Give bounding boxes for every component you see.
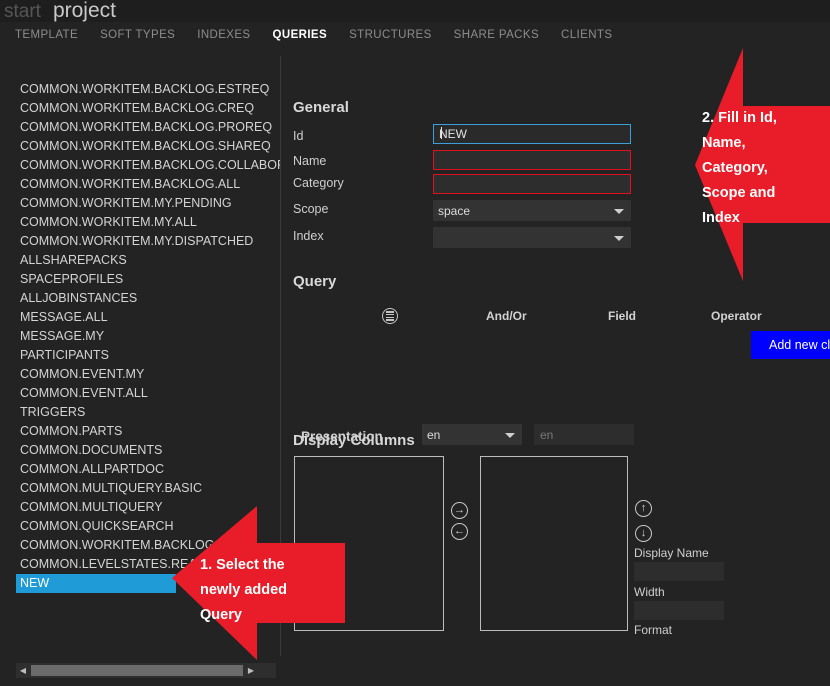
list-item[interactable]: MESSAGE.ALL [0, 308, 280, 327]
list-item[interactable]: COMMON.WORKITEM.MY.ALL [0, 213, 280, 232]
presentation-language-dropdown[interactable]: en [422, 424, 522, 445]
presentation-name-input[interactable] [534, 424, 634, 445]
text-cursor [441, 127, 442, 139]
list-item[interactable]: ALLSHAREPACKS [0, 251, 280, 270]
name-input[interactable] [433, 150, 631, 170]
name-label: Name [293, 154, 326, 168]
column-header-operator: Operator [711, 309, 762, 323]
list-item[interactable]: COMMON.EVENT.ALL [0, 384, 280, 403]
tab-share-packs[interactable]: SHARE PACKS [443, 29, 550, 41]
tab-structures[interactable]: STRUCTURES [338, 29, 443, 41]
width-label: Width [634, 585, 665, 599]
category-label: Category [293, 176, 344, 190]
scrollbar-thumb[interactable] [31, 665, 243, 676]
list-item[interactable]: PARTICIPANTS [0, 346, 280, 365]
app-window: start project TEMPLATE SOFT TYPES INDEXE… [0, 0, 830, 686]
move-left-icon[interactable]: ← [451, 523, 468, 540]
list-item[interactable]: COMMON.PARTS [0, 422, 280, 441]
clause-list-icon[interactable] [382, 308, 398, 324]
selected-columns-listbox[interactable] [480, 456, 628, 631]
scope-dropdown-value: space [438, 204, 470, 218]
list-item[interactable]: SPACEPROFILES [0, 270, 280, 289]
callout-two-text: 2. Fill in Id, Name, Category, Scope and… [702, 106, 830, 231]
list-item[interactable]: COMMON.WORKITEM.BACKLOG.ALL [0, 175, 280, 194]
callout-one-text: 1. Select the newly added Query [200, 553, 350, 628]
sidebar-horizontal-scrollbar[interactable]: ◀ ▶ [16, 663, 276, 678]
app-title-start: start [4, 1, 41, 22]
tab-clients[interactable]: CLIENTS [550, 29, 623, 41]
list-item[interactable]: COMMON.WORKITEM.BACKLOG.SHAREQ [0, 137, 280, 156]
general-section-title: General [293, 99, 349, 116]
index-dropdown[interactable] [433, 227, 631, 248]
display-name-input[interactable] [634, 562, 724, 581]
index-label: Index [293, 229, 324, 243]
list-item[interactable]: COMMON.EVENT.MY [0, 365, 280, 384]
list-item-selected-new[interactable]: NEW [16, 574, 176, 593]
column-header-field: Field [608, 309, 636, 323]
scroll-left-arrow-icon[interactable]: ◀ [16, 663, 30, 678]
tab-queries[interactable]: QUERIES [262, 29, 339, 41]
width-input[interactable] [634, 601, 724, 620]
presentation-label: Presentation [301, 429, 383, 444]
category-input[interactable] [433, 174, 631, 194]
format-label: Format [634, 623, 672, 637]
tab-template[interactable]: TEMPLATE [4, 29, 89, 41]
move-down-icon[interactable]: ↓ [635, 525, 652, 542]
tab-indexes[interactable]: INDEXES [186, 29, 261, 41]
id-input[interactable] [433, 124, 631, 144]
app-title-project: project [53, 0, 116, 22]
list-item[interactable]: TRIGGERS [0, 403, 280, 422]
list-item[interactable]: COMMON.WORKITEM.BACKLOG.CREQ [0, 99, 280, 118]
window-header: start project [0, 0, 830, 22]
scope-label: Scope [293, 202, 328, 216]
move-up-icon[interactable]: ↑ [635, 500, 652, 517]
scope-dropdown[interactable]: space [433, 200, 631, 221]
list-item[interactable]: ALLJOBINSTANCES [0, 289, 280, 308]
query-section-title: Query [293, 273, 336, 290]
list-item[interactable]: COMMON.ALLPARTDOC [0, 460, 280, 479]
list-item[interactable]: COMMON.WORKITEM.BACKLOG.ESTREQ [0, 80, 280, 99]
list-item[interactable]: COMMON.DOCUMENTS [0, 441, 280, 460]
display-name-label: Display Name [634, 546, 709, 560]
tab-soft-types[interactable]: SOFT TYPES [89, 29, 186, 41]
list-item[interactable]: COMMON.WORKITEM.BACKLOG.COLLABORATI [0, 156, 280, 175]
list-item[interactable]: COMMON.WORKITEM.MY.PENDING [0, 194, 280, 213]
presentation-language-value: en [427, 428, 440, 442]
id-label: Id [293, 129, 303, 143]
list-item[interactable]: MESSAGE.MY [0, 327, 280, 346]
chevron-down-icon [614, 236, 624, 241]
chevron-down-icon [614, 209, 624, 214]
list-item[interactable]: COMMON.WORKITEM.BACKLOG.PROREQ [0, 118, 280, 137]
move-right-icon[interactable]: → [451, 502, 468, 519]
add-new-clause-button[interactable]: Add new cl [751, 331, 830, 359]
list-item[interactable]: COMMON.WORKITEM.MY.DISPATCHED [0, 232, 280, 251]
chevron-down-icon [505, 433, 515, 438]
column-header-and-or: And/Or [486, 309, 527, 323]
scroll-right-arrow-icon[interactable]: ▶ [244, 663, 258, 678]
